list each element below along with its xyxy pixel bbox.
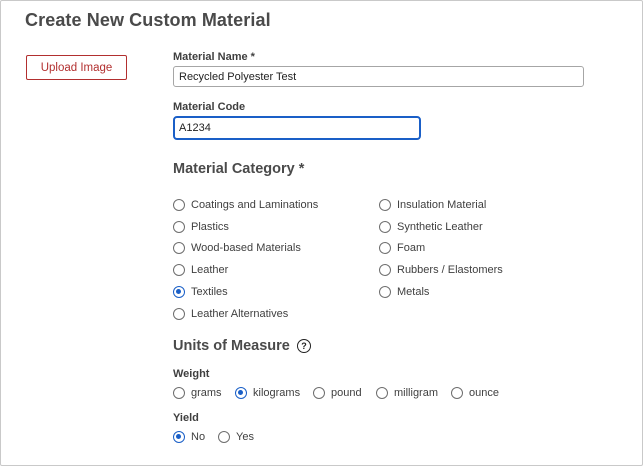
radio-label: grams [191,387,222,399]
yield-radio-no[interactable]: No [173,431,205,443]
category-radio-wood-based-materials[interactable]: Wood-based Materials [173,242,301,254]
radio-circle [379,264,391,276]
material-category-heading: Material Category * [173,161,305,177]
question-circle-icon[interactable]: ? [297,339,311,353]
category-radio-metals[interactable]: Metals [379,286,429,298]
radio-circle [173,221,185,233]
yield-radio-yes[interactable]: Yes [218,431,254,443]
radio-label: kilograms [253,387,301,399]
radio-label: Rubbers / Elastomers [397,264,503,276]
radio-circle [379,286,391,298]
category-radio-foam[interactable]: Foam [379,242,425,254]
form-panel: Create New Custom Material Upload Image … [0,0,643,466]
material-code-label: Material Code [173,101,246,113]
radio-label: Foam [397,242,426,254]
radio-label: Leather Alternatives [191,308,289,320]
radio-label: Textiles [191,286,228,298]
radio-label: Wood-based Materials [191,242,301,254]
radio-circle [379,242,391,254]
radio-circle [313,387,325,399]
radio-label: Yes [236,431,254,443]
radio-circle [379,221,391,233]
radio-label: Plastics [191,221,229,233]
page-title: Create New Custom Material [25,10,271,30]
radio-circle [379,199,391,211]
units-of-measure-heading: Units of Measure [173,338,290,354]
radio-circle [173,286,185,298]
category-radio-leather[interactable]: Leather [173,264,228,276]
radio-label: pound [331,387,362,399]
material-code-input[interactable] [173,116,421,140]
radio-label: Leather [191,264,229,276]
radio-label: Synthetic Leather [397,221,483,233]
radio-label: ounce [469,387,499,399]
radio-circle [173,199,185,211]
radio-circle [218,431,230,443]
radio-circle [173,264,185,276]
weight-radio-grams[interactable]: grams [173,387,222,399]
weight-label: Weight [173,368,210,380]
radio-label: milligram [394,387,438,399]
category-radio-rubbers-elastomers[interactable]: Rubbers / Elastomers [379,264,503,276]
radio-circle [451,387,463,399]
category-radio-plastics[interactable]: Plastics [173,221,229,233]
yield-label: Yield [173,412,199,424]
radio-label: Coatings and Laminations [191,199,319,211]
radio-circle [173,308,185,320]
upload-image-button[interactable]: Upload Image [26,55,127,80]
weight-radio-ounce[interactable]: ounce [451,387,499,399]
material-name-label: Material Name * [173,51,255,63]
material-name-input[interactable] [173,66,584,87]
radio-circle [235,387,247,399]
radio-label: No [191,431,206,443]
radio-circle [173,431,185,443]
category-radio-textiles[interactable]: Textiles [173,286,228,298]
weight-radio-pound[interactable]: pound [313,387,362,399]
radio-circle [173,387,185,399]
category-radio-insulation-material[interactable]: Insulation Material [379,199,486,211]
radio-circle [173,242,185,254]
weight-radio-kilograms[interactable]: kilograms [235,387,300,399]
weight-radio-milligram[interactable]: milligram [376,387,438,399]
radio-circle [376,387,388,399]
category-radio-coatings-and-laminations[interactable]: Coatings and Laminations [173,199,318,211]
category-radio-synthetic-leather[interactable]: Synthetic Leather [379,221,483,233]
radio-label: Metals [397,286,430,298]
radio-label: Insulation Material [397,199,487,211]
category-radio-leather-alternatives[interactable]: Leather Alternatives [173,308,288,320]
